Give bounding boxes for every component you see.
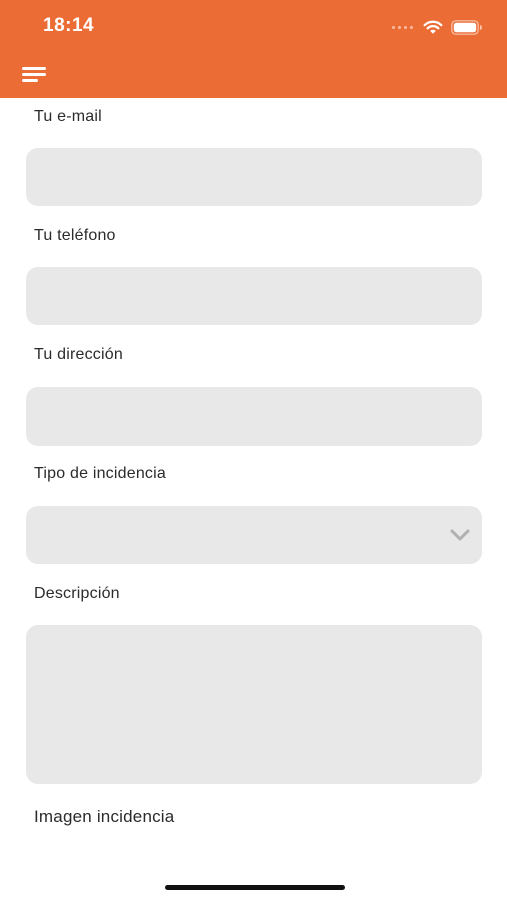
home-indicator[interactable] (165, 885, 345, 890)
description-textarea[interactable] (26, 625, 482, 784)
status-time: 18:14 (43, 15, 95, 36)
phone-field[interactable] (26, 267, 482, 325)
email-field[interactable] (26, 148, 482, 206)
chevron-down-icon (450, 529, 470, 541)
email-label: Tu e-mail (34, 108, 102, 125)
wifi-icon (423, 20, 443, 34)
image-label: Imagen incidencia (34, 807, 175, 826)
incident-type-label: Tipo de incidencia (34, 465, 166, 482)
hamburger-menu-icon[interactable] (22, 64, 48, 84)
incident-type-select[interactable] (26, 506, 482, 564)
address-label: Tu dirección (34, 346, 123, 363)
status-icons (392, 18, 483, 36)
description-label: Descripción (34, 585, 120, 602)
address-field[interactable] (26, 387, 482, 446)
signal-icon (392, 25, 413, 29)
phone-label: Tu teléfono (34, 227, 116, 244)
battery-icon (451, 19, 482, 35)
app-header: 18:14 (0, 0, 507, 98)
